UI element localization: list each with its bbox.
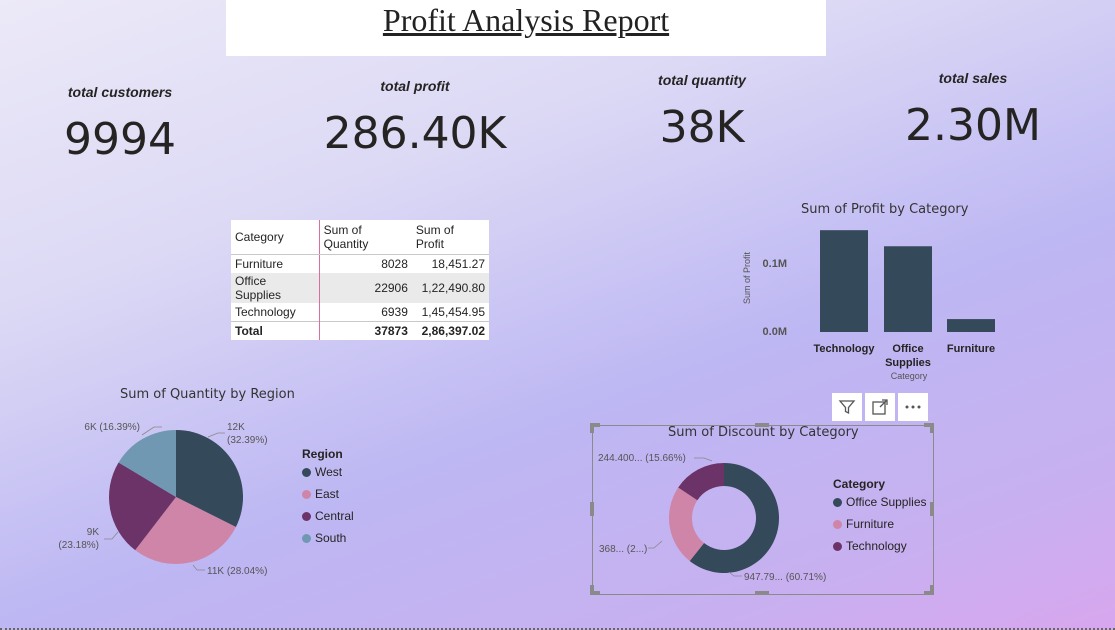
- legend-label: Office Supplies: [846, 495, 927, 509]
- cell-quantity: 8028: [381, 257, 408, 271]
- legend-dot: [833, 497, 842, 507]
- cell-category: Office Supplies: [231, 273, 320, 303]
- table-row[interactable]: Furniture 8028 18,451.27: [231, 254, 489, 273]
- kpi-total-quantity[interactable]: total quantity 38K: [622, 72, 782, 153]
- cell-profit: 1,45,454.95: [421, 305, 485, 319]
- data-label-west: 12K: [227, 422, 245, 433]
- data-label-furniture: 368... (2...): [599, 544, 647, 555]
- legend-item-south[interactable]: South: [302, 527, 354, 549]
- cell-total-profit: 2,86,397.02: [411, 321, 489, 340]
- data-label-central-pct: (23.18%): [58, 540, 99, 551]
- resize-handle[interactable]: [930, 585, 934, 595]
- data-label-central: 9K: [87, 527, 100, 538]
- focus-mode-button[interactable]: [865, 393, 895, 421]
- kpi-total-sales[interactable]: total sales 2.30M: [893, 70, 1053, 151]
- data-label-east: 11K (28.04%): [207, 566, 267, 577]
- table-row[interactable]: Technology 6939 1,45,454.95: [231, 303, 489, 322]
- legend-label: West: [315, 465, 343, 479]
- resize-handle[interactable]: [930, 423, 934, 433]
- pie-chart-title: Sum of Quantity by Region: [120, 387, 295, 402]
- legend-item-east[interactable]: East: [302, 483, 354, 505]
- legend-label: Technology: [846, 539, 907, 553]
- legend-dot: [302, 467, 311, 477]
- legend-label: Furniture: [846, 517, 895, 531]
- x-tick-label: Office: [892, 343, 923, 355]
- legend-title: Category: [833, 477, 886, 491]
- resize-handle[interactable]: [590, 423, 594, 433]
- bar-furniture[interactable]: [947, 319, 995, 332]
- kpi-label: total quantity: [658, 72, 746, 88]
- kpi-label: total customers: [67, 84, 173, 100]
- kpi-value: 9994: [64, 114, 176, 165]
- legend-item-west[interactable]: West: [302, 461, 354, 483]
- kpi-value: 2.30M: [905, 100, 1041, 151]
- visual-header-toolbar: [832, 393, 928, 421]
- table-row[interactable]: Office Supplies 22906 1,22,490.80: [231, 273, 489, 303]
- data-label-south: 6K (16.39%): [84, 422, 140, 433]
- cell-quantity: 6939: [381, 305, 408, 319]
- kpi-label: total profit: [380, 78, 450, 94]
- resize-handle[interactable]: [755, 591, 769, 595]
- legend-item-office-supplies[interactable]: Office Supplies: [833, 491, 927, 513]
- legend-label: South: [315, 531, 347, 545]
- data-label-west-pct: (32.39%): [227, 435, 268, 446]
- y-tick-label: 0.1M: [763, 258, 787, 270]
- donut-chart-title: Sum of Discount by Category: [668, 425, 859, 440]
- legend-dot: [833, 541, 842, 551]
- data-label-office-supplies: 947.79... (60.71%): [744, 572, 826, 583]
- region-legend: Region West East Central South: [302, 447, 354, 549]
- filter-icon: [838, 400, 856, 415]
- focus-mode-icon: [872, 399, 888, 415]
- header-category[interactable]: Category: [231, 220, 320, 255]
- discount-donut-chart[interactable]: 244.400... (15.66%) 368... (2...) 947.79…: [594, 445, 844, 590]
- kpi-label: total sales: [938, 70, 1008, 86]
- resize-handle[interactable]: [930, 502, 934, 516]
- cell-total-quantity: 37873: [319, 321, 412, 340]
- legend-dot: [302, 489, 311, 499]
- legend-label: East: [315, 487, 340, 501]
- cell-category: Furniture: [231, 254, 320, 273]
- x-axis-label: Category: [891, 371, 928, 381]
- kpi-value: 286.40K: [323, 108, 507, 159]
- category-table[interactable]: Category Sum of Quantity Sum of Profit F…: [231, 220, 489, 340]
- profit-bar-chart[interactable]: Sum of Profit 0.1M 0.0M Technology Office…: [740, 222, 1040, 387]
- y-axis-label: Sum of Profit: [742, 251, 752, 304]
- x-tick-label: Technology: [814, 343, 876, 355]
- legend-dot: [833, 519, 842, 529]
- header-sum-quantity[interactable]: Sum of Quantity: [319, 220, 412, 255]
- legend-item-central[interactable]: Central: [302, 505, 354, 527]
- title-box: Profit Analysis Report: [226, 0, 826, 56]
- category-legend: Category Office Supplies Furniture Techn…: [833, 477, 927, 557]
- data-label-technology: 244.400... (15.66%): [598, 453, 686, 464]
- bar-office-supplies[interactable]: [884, 246, 932, 332]
- bar-chart-title: Sum of Profit by Category: [801, 202, 969, 217]
- more-options-button[interactable]: [898, 393, 928, 421]
- legend-item-furniture[interactable]: Furniture: [833, 513, 927, 535]
- report-title: Profit Analysis Report: [382, 2, 670, 38]
- more-options-icon: [905, 405, 921, 409]
- cell-profit: 18,451.27: [431, 257, 485, 271]
- x-tick-label: Supplies: [885, 357, 931, 369]
- legend-dot: [302, 533, 311, 543]
- y-tick-label: 0.0M: [763, 326, 787, 338]
- kpi-total-profit[interactable]: total profit 286.40K: [315, 78, 515, 159]
- table-total-row: Total 37873 2,86,397.02: [231, 321, 489, 340]
- bar-technology[interactable]: [820, 230, 868, 332]
- legend-label: Central: [315, 509, 354, 523]
- region-pie-chart[interactable]: 12K (32.39%) 11K (28.04%) 9K (23.18%) 6K…: [50, 415, 290, 585]
- cell-profit: 1,22,490.80: [411, 273, 489, 303]
- cell-quantity: 22906: [319, 273, 412, 303]
- kpi-value: 38K: [659, 102, 745, 153]
- filter-button[interactable]: [832, 393, 862, 421]
- x-tick-label: Furniture: [947, 343, 995, 355]
- cell-total-label: Total: [231, 321, 320, 340]
- kpi-total-customers[interactable]: total customers 9994: [40, 84, 200, 165]
- legend-dot: [302, 511, 311, 521]
- header-sum-profit[interactable]: Sum of Profit: [411, 220, 489, 255]
- legend-title: Region: [302, 447, 343, 461]
- cell-category: Technology: [231, 303, 320, 322]
- legend-item-technology[interactable]: Technology: [833, 535, 927, 557]
